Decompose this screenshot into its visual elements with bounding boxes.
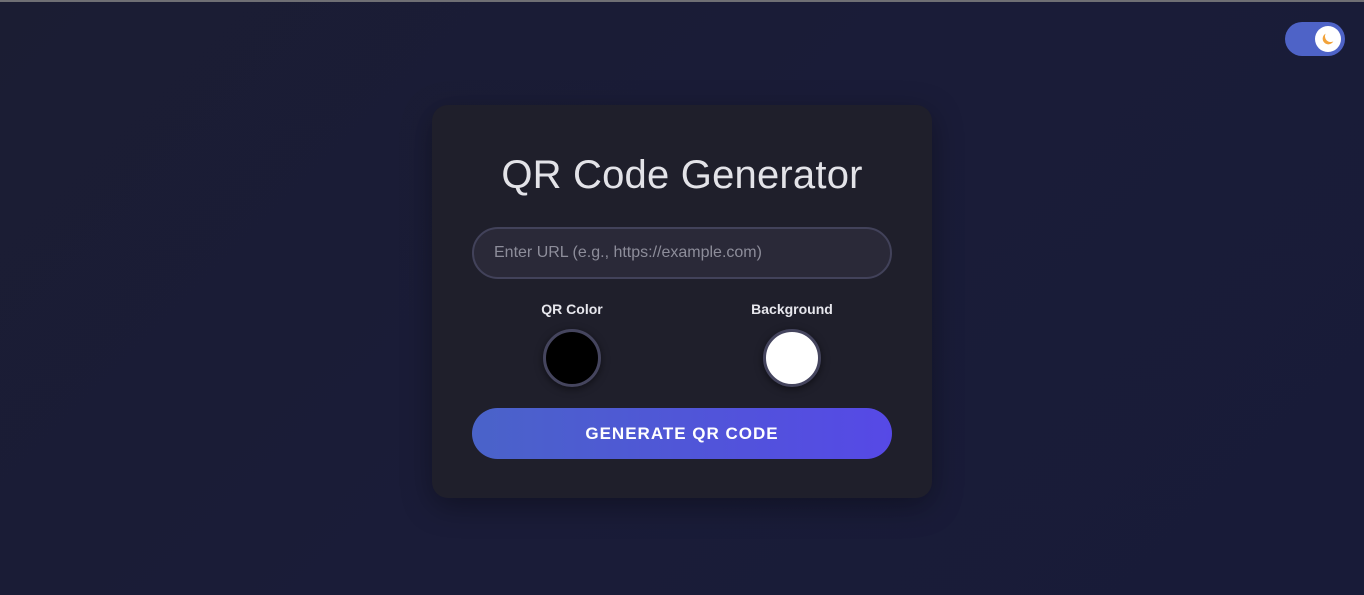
background-color-picker-group: Background [732, 301, 852, 387]
theme-toggle[interactable] [1285, 22, 1345, 56]
toggle-knob [1315, 26, 1341, 52]
page-title: QR Code Generator [501, 153, 863, 197]
qr-color-swatch[interactable] [543, 329, 601, 387]
window-top-border [0, 0, 1364, 2]
generate-qr-button[interactable]: GENERATE QR CODE [472, 408, 892, 459]
moon-icon [1322, 33, 1334, 45]
url-input[interactable] [472, 227, 892, 279]
background-color-swatch[interactable] [763, 329, 821, 387]
qr-color-label: QR Color [541, 301, 603, 317]
generator-card: QR Code Generator QR Color Background GE… [432, 105, 932, 498]
qr-color-picker-group: QR Color [512, 301, 632, 387]
background-color-label: Background [751, 301, 833, 317]
